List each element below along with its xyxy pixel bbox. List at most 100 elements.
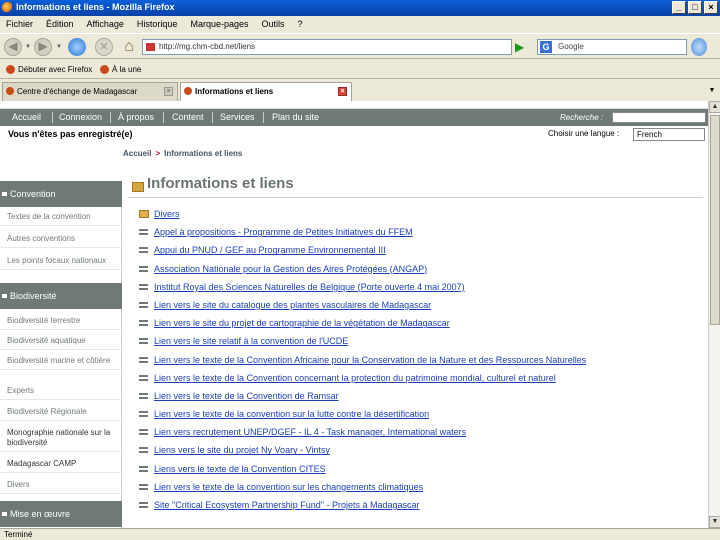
tab-centre-echange[interactable]: Centre d'échange de Madagascar × [2, 82, 178, 101]
links-list: Divers Appel à propositions - Programme … [136, 205, 706, 514]
sidebar-item-biodiv-aquatique[interactable]: Biodiversité aquatique [0, 333, 121, 350]
link-icon [139, 301, 148, 308]
language-label: Choisir une langue : [548, 129, 620, 138]
nav-accueil[interactable]: Accueil [12, 109, 41, 126]
sidebar-item-autres-conventions[interactable]: Autres conventions [0, 231, 121, 248]
menu-edit[interactable]: Édition [46, 16, 74, 32]
tab-close-icon[interactable]: × [164, 87, 173, 96]
back-arrow-icon[interactable]: ◀ [4, 38, 22, 56]
site-search-input[interactable] [612, 112, 706, 123]
not-registered-text: Vous n'êtes pas enregistré(e) [8, 129, 133, 139]
list-item[interactable]: Site "Critical Ecosystem Partnership Fun… [136, 496, 706, 514]
site-favicon-icon [146, 43, 155, 51]
list-item[interactable]: Lien vers recrutement UNEP/DGEF - IL 4 -… [136, 423, 706, 441]
breadcrumb-separator: > [155, 149, 161, 158]
link-icon [139, 429, 148, 436]
list-item[interactable]: Lien vers le texte de la Convention Afri… [136, 351, 706, 369]
search-input[interactable]: G Google [537, 39, 687, 55]
nav-plan-du-site[interactable]: Plan du site [272, 109, 319, 126]
bookmarks-toolbar: Débuter avec Firefox À la une [0, 60, 720, 79]
menu-tools[interactable]: Outils [262, 16, 285, 32]
url-input[interactable]: http://mg.chm-cbd.net/liens [142, 39, 512, 55]
bookmark-headlines[interactable]: À la une [100, 60, 141, 79]
tab-informations-liens[interactable]: Informations et liens × [180, 82, 352, 101]
breadcrumb-home[interactable]: Accueil [123, 149, 151, 158]
sidebar-item-biodiv-regionale[interactable]: Biodiversité Régionale [0, 404, 121, 421]
sidebar-item-madagascar-camp[interactable]: Madagascar CAMP [0, 456, 121, 473]
scroll-thumb[interactable] [710, 115, 720, 325]
list-item[interactable]: Association Nationale pour la Gestion de… [136, 260, 706, 278]
list-item[interactable]: Appel à propositions - Programme de Peti… [136, 223, 706, 241]
sidebar-item-points-focaux[interactable]: Les points focaux nationaux [0, 253, 121, 270]
sidebar-item-divers[interactable]: Divers [0, 477, 121, 494]
tab-favicon-icon [184, 87, 192, 95]
list-item[interactable]: Lien vers le site du projet de cartograp… [136, 314, 706, 332]
menu-view[interactable]: Affichage [87, 16, 124, 32]
site-header-banner [0, 101, 708, 109]
sidebar-item-experts[interactable]: Experts [0, 383, 121, 400]
sidebar-item-textes-convention[interactable]: Textes de la convention [0, 209, 121, 226]
page-viewport: Accueil Connexion À propos Content Servi… [0, 101, 708, 528]
nav-separator [163, 112, 164, 123]
tab-label: Centre d'échange de Madagascar [17, 87, 138, 96]
sidebar-section-biodiversite[interactable]: Biodiversité [0, 283, 122, 309]
url-text: http://mg.chm-cbd.net/liens [159, 42, 256, 51]
nav-separator [110, 112, 111, 123]
list-item[interactable]: Lien vers le texte de la Convention conc… [136, 369, 706, 387]
tab-bar: Centre d'échange de Madagascar × Informa… [0, 80, 720, 101]
sidebar-item-biodiv-terrestre[interactable]: Biodiversité terrestre [0, 313, 121, 330]
list-item[interactable]: Institut Royal des Sciences Naturelles d… [136, 278, 706, 296]
language-select[interactable]: French [633, 128, 705, 141]
link-icon [139, 465, 148, 472]
forward-arrow-icon[interactable]: ▶ [34, 38, 52, 56]
menu-bookmarks[interactable]: Marque-pages [190, 16, 248, 32]
breadcrumb-current: Informations et liens [164, 149, 243, 158]
menu-history[interactable]: Historique [137, 16, 178, 32]
nav-apropos[interactable]: À propos [118, 109, 154, 126]
go-arrow-icon[interactable]: ▶ [515, 40, 527, 54]
search-placeholder: Google [558, 42, 584, 51]
scroll-up-icon[interactable]: ▲ [709, 101, 720, 113]
list-item[interactable]: Lien vers le site relatif à la conventio… [136, 332, 706, 350]
close-button[interactable]: × [704, 1, 718, 14]
reload-icon[interactable] [68, 38, 86, 56]
tab-list-icon[interactable]: ▼ [706, 82, 718, 99]
link-icon [139, 483, 148, 490]
sidebar-item-monographie[interactable]: Monographie nationale sur la biodiversit… [0, 425, 121, 452]
list-item[interactable]: Lien vers le texte de la convention sur … [136, 405, 706, 423]
menu-help[interactable]: ? [298, 16, 303, 32]
nav-connexion[interactable]: Connexion [59, 109, 102, 126]
sidebar-section-convention[interactable]: Convention [0, 181, 122, 207]
tab-close-icon[interactable]: × [338, 87, 347, 96]
sidebar-item-biodiv-marine[interactable]: Biodiversité marine et côtière [0, 353, 121, 370]
minimize-button[interactable]: _ [672, 1, 686, 14]
folder-icon [139, 210, 149, 218]
list-item[interactable]: Lien vers le texte de la Convention de R… [136, 387, 706, 405]
list-item[interactable]: Lien vers le texte de la convention sur … [136, 478, 706, 496]
nav-services[interactable]: Services [220, 109, 255, 126]
forward-dropdown-icon[interactable]: ▼ [56, 44, 62, 50]
menu-file[interactable]: Fichier [6, 16, 33, 32]
firefox-icon [2, 2, 13, 13]
scroll-down-icon[interactable]: ▼ [709, 516, 720, 528]
vertical-scrollbar[interactable]: ▲ ▼ [708, 101, 720, 528]
browser-window: Informations et liens - Mozilla Firefox … [0, 0, 720, 540]
list-item[interactable]: Lien vers le site du catalogue des plant… [136, 296, 706, 314]
page-title: Informations et liens [132, 175, 294, 192]
tab-favicon-icon [6, 87, 14, 95]
link-icon [139, 247, 148, 254]
title-divider [128, 197, 703, 198]
list-item[interactable]: Divers [136, 205, 706, 223]
stop-icon[interactable]: ✕ [95, 38, 113, 56]
search-button[interactable] [691, 38, 707, 56]
list-item[interactable]: Liens vers le texte de la Convention CIT… [136, 460, 706, 478]
list-item[interactable]: Appui du PNUD / GEF au Programme Environ… [136, 241, 706, 259]
sidebar-section-mise-en-oeuvre[interactable]: Mise en œuvre [0, 501, 122, 527]
home-icon[interactable]: ⌂ [120, 38, 138, 56]
status-bar: Terminé [0, 528, 720, 540]
list-item[interactable]: Liens vers le site du projet Ny Voary - … [136, 441, 706, 459]
bookmark-getting-started[interactable]: Débuter avec Firefox [6, 60, 92, 79]
back-dropdown-icon[interactable]: ▼ [25, 44, 31, 50]
maximize-button[interactable]: □ [688, 1, 702, 14]
nav-content[interactable]: Content [172, 109, 204, 126]
